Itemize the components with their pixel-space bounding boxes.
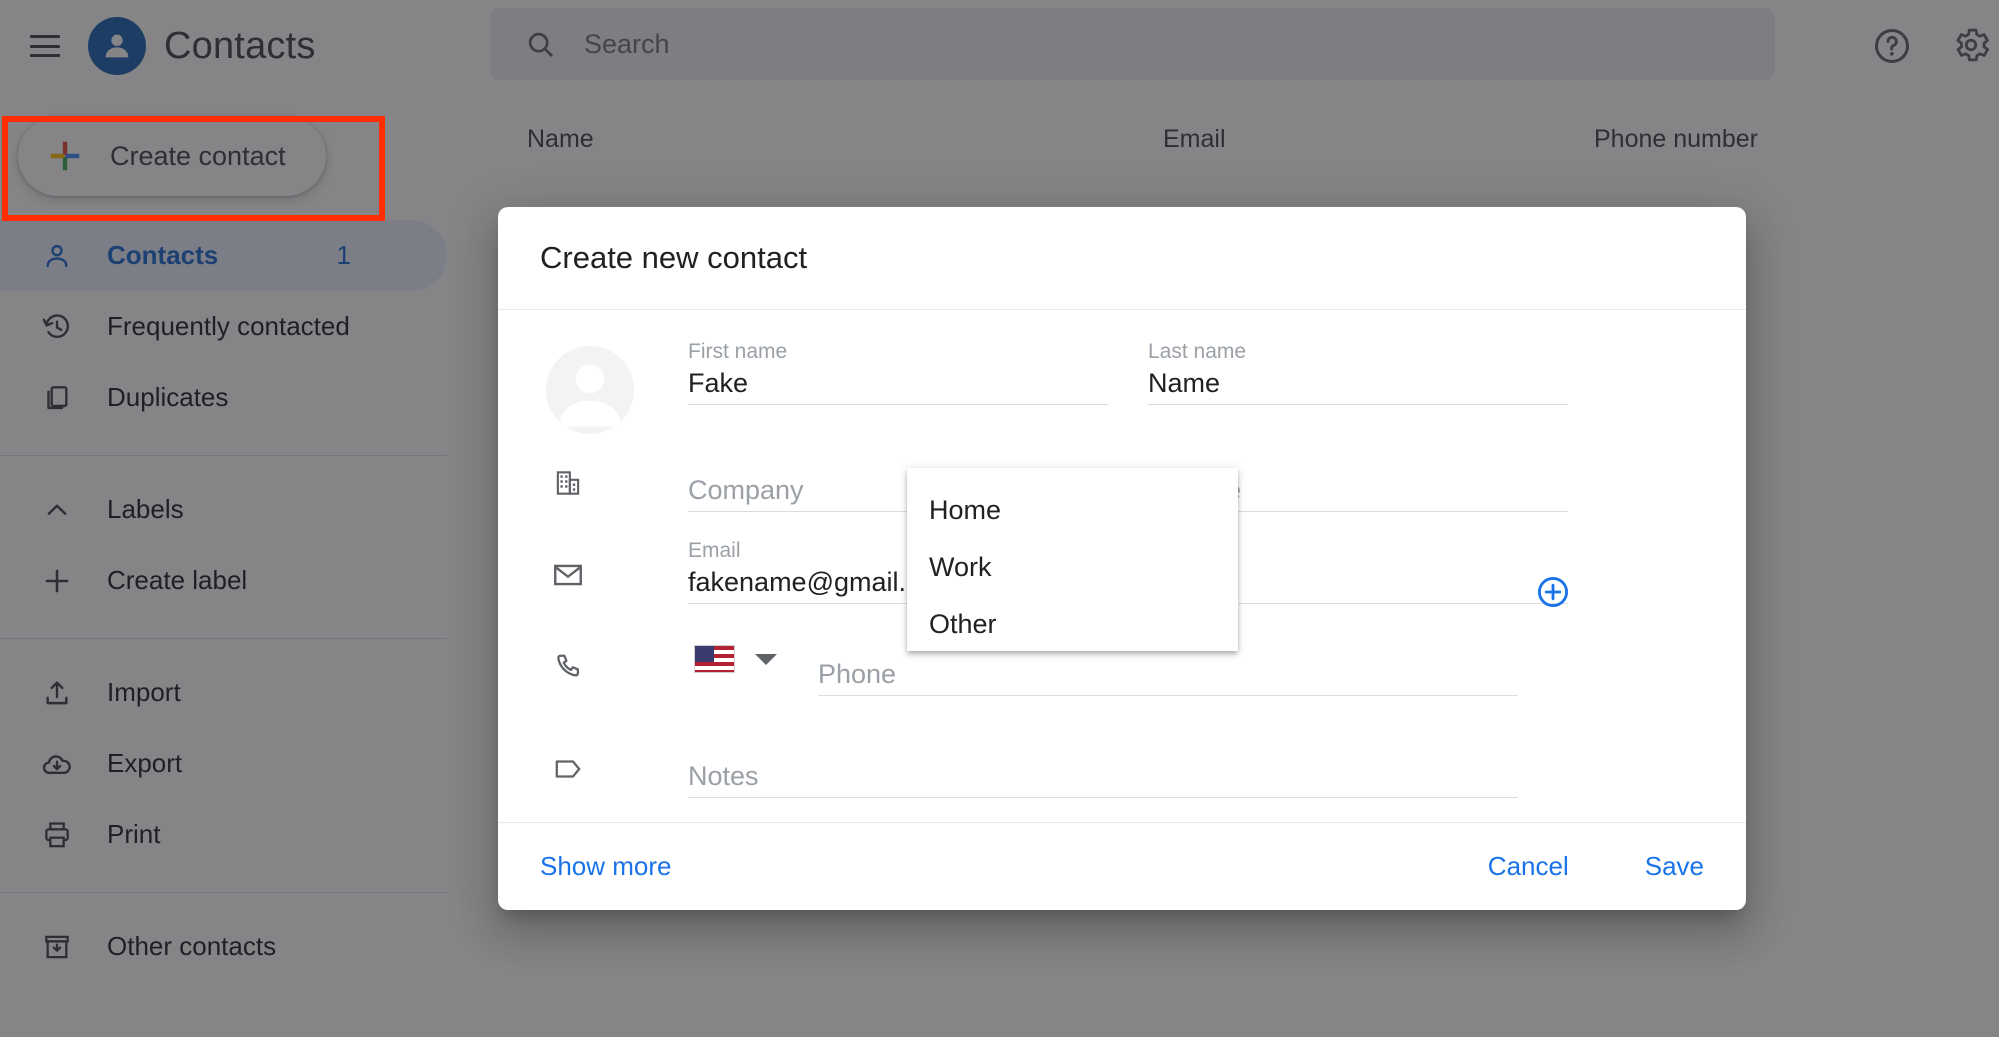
contacts-app-window: Contacts Search Name Email Phone number — [0, 0, 1999, 1037]
last-name-underline — [1148, 404, 1568, 405]
chevron-down-icon — [755, 653, 777, 665]
us-flag-icon — [694, 645, 735, 673]
envelope-icon — [548, 555, 588, 595]
last-name-input[interactable]: Name — [1148, 364, 1568, 404]
notes-underline — [688, 797, 1518, 798]
phone-input[interactable]: Phone — [818, 655, 1518, 695]
notes-field[interactable]: Notes — [688, 733, 1518, 798]
name-row: First name Fake Last name Name — [498, 340, 1746, 412]
note-tag-icon — [548, 749, 588, 789]
first-name-underline — [688, 404, 1108, 405]
dialog-title: Create new contact — [540, 240, 808, 275]
menu-item-home[interactable]: Home — [907, 482, 1238, 539]
dialog-footer: Show more Cancel Save — [498, 822, 1746, 910]
phone-underline — [818, 695, 1518, 696]
last-name-field[interactable]: Last name Name — [1148, 340, 1568, 405]
building-icon — [548, 463, 588, 503]
menu-item-other[interactable]: Other — [907, 596, 1238, 653]
dialog-header: Create new contact — [498, 207, 1746, 310]
dialog-footer-actions: Cancel Save — [1488, 851, 1704, 882]
phone-country-selector[interactable] — [694, 645, 777, 673]
email-label-dropdown-menu: Home Work Other — [907, 468, 1238, 651]
add-circle-icon[interactable] — [1536, 575, 1570, 609]
notes-input[interactable]: Notes — [688, 757, 1518, 797]
cancel-button[interactable]: Cancel — [1488, 851, 1569, 882]
menu-item-work[interactable]: Work — [907, 539, 1238, 596]
phone-icon — [548, 647, 588, 687]
save-button[interactable]: Save — [1645, 851, 1704, 882]
first-name-input[interactable]: Fake — [688, 364, 1108, 404]
notes-row: Notes — [498, 733, 1746, 805]
show-more-button[interactable]: Show more — [540, 851, 672, 882]
first-name-label: First name — [688, 340, 788, 363]
first-name-field[interactable]: First name Fake — [688, 340, 1108, 405]
last-name-label: Last name — [1148, 340, 1247, 363]
